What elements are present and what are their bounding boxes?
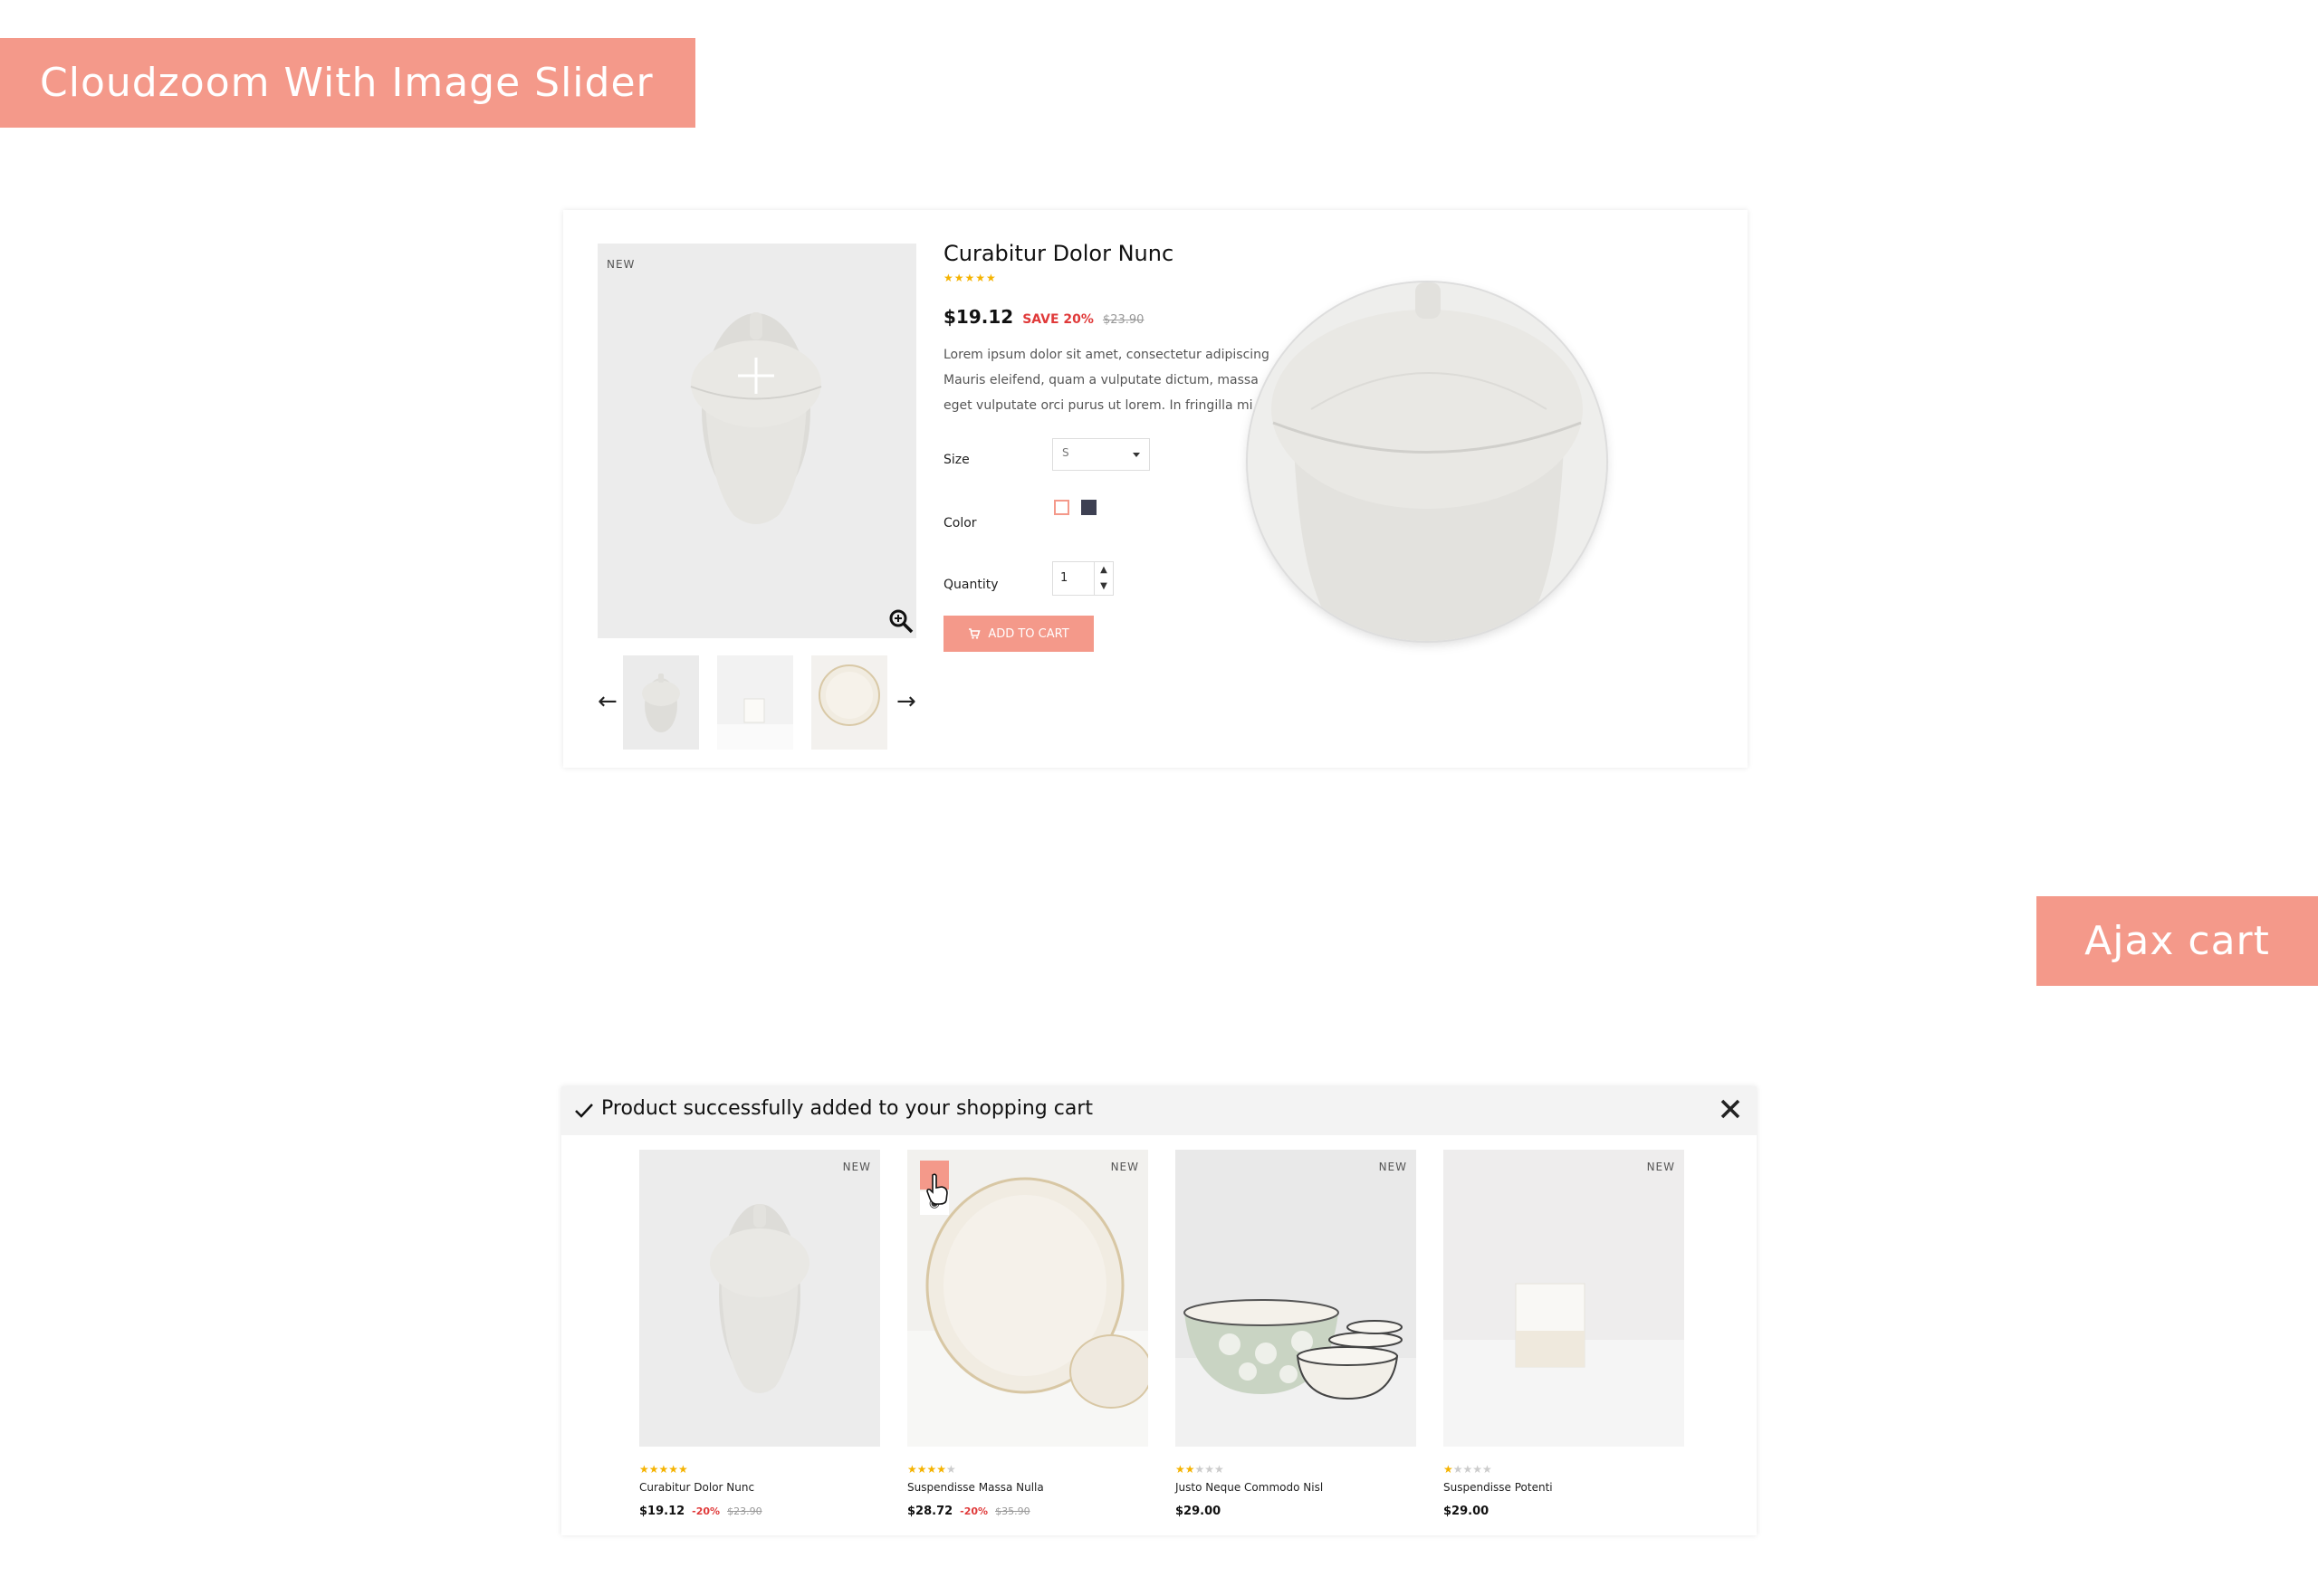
product-price: $29.00 [1443,1505,1489,1518]
product-price-row: $29.00 [1443,1505,1489,1518]
product-title: Curabitur Dolor Nunc [943,241,1174,266]
close-icon[interactable] [1717,1095,1744,1123]
quantity-stepper[interactable]: 1 ▲ ▼ [1052,561,1114,596]
pointer-hand-icon [926,1173,948,1205]
cloudzoom-lens [1248,282,1606,641]
bowls-image [1175,1299,1416,1447]
product-discount: -20% [960,1505,989,1517]
product-detail-card: NEW ← → Curabitur Dolor Nunc ★★★★★ $19.1… [563,210,1748,768]
caret-down-icon [1133,453,1140,457]
product-price: $28.72 [907,1505,953,1518]
acorn-jar-image [690,312,822,524]
description-line: Lorem ipsum dolor sit amet, consectetur … [943,348,1269,362]
quantity-value: 1 [1060,571,1068,585]
cart-icon [969,628,981,639]
thumbnail-3[interactable] [811,655,887,750]
product-old-price: $35.90 [995,1505,1030,1517]
quantity-label: Quantity [943,578,999,592]
thumbnail-1[interactable] [623,655,699,750]
product-price: $19.12 [639,1505,685,1518]
color-label: Color [943,516,977,530]
cloudzoom-banner: Cloudzoom With Image Slider [0,38,695,128]
related-product-card[interactable]: NEW ◉ ★★★★★ Suspendisse Massa Nulla $28.… [907,1150,1148,1518]
save-label: SAVE 20% [1022,312,1094,327]
product-price: $19.12 [943,306,1014,328]
product-rating: ★★★★★ [639,1463,688,1476]
ajax-cart-banner: Ajax cart [2036,896,2318,986]
add-to-cart-button[interactable]: ADD TO CART [943,616,1094,652]
arrow-left-icon[interactable]: ← [598,690,618,713]
size-select[interactable]: S [1052,438,1150,471]
product-image[interactable]: NEW ◉ [907,1150,1148,1447]
product-image[interactable]: NEW [1443,1150,1684,1447]
product-rating: ★★★★★ [907,1463,956,1476]
cup-thumbnail [717,698,793,750]
size-label: Size [943,453,970,467]
description-line: eget vulputate orci purus ut lorem. In f… [943,398,1253,413]
size-value: S [1062,446,1069,459]
arrow-right-icon[interactable]: → [896,690,916,713]
old-price: $23.90 [1102,313,1145,327]
cart-success-message: Product successfully added to your shopp… [601,1097,1094,1120]
check-icon [575,1104,593,1118]
product-rating: ★★★★★ [943,272,997,284]
price-row: $19.12 SAVE 20% $23.90 [943,306,1144,328]
thumbnail-slider: ← → [598,655,916,750]
product-name[interactable]: Curabitur Dolor Nunc [639,1481,754,1494]
product-price-row: $19.12 -20% $23.90 [639,1505,762,1518]
product-rating: ★★★★★ [1175,1463,1224,1476]
product-image[interactable]: NEW [1175,1150,1416,1447]
product-name[interactable]: Suspendisse Potenti [1443,1481,1553,1494]
product-price-row: $28.72 -20% $35.90 [907,1505,1030,1518]
product-image[interactable]: NEW [639,1150,880,1447]
ajax-cart-modal: Product successfully added to your shopp… [561,1086,1757,1535]
color-swatch-white[interactable] [1054,500,1069,515]
description-line: Mauris eleifend, quam a vulputate dictum… [943,373,1259,387]
acorn-jar-zoomed [1248,282,1606,641]
product-price-row: $29.00 [1175,1505,1221,1518]
related-product-card[interactable]: NEW ★★★★★ Curabitur Dolor Nunc $19.12 -2… [639,1150,880,1518]
zoom-in-icon[interactable] [887,607,915,635]
plate-thumbnail [819,664,880,726]
product-discount: -20% [692,1505,721,1517]
product-description: Lorem ipsum dolor sit amet, consectetur … [943,342,1288,418]
acorn-jar-thumbnail [642,674,680,732]
quantity-spin[interactable]: ▲ ▼ [1094,562,1113,595]
product-price: $29.00 [1175,1505,1221,1518]
acorn-jar-image [710,1204,809,1393]
product-main-image[interactable]: NEW [598,244,916,638]
cart-header: Product successfully added to your shopp… [561,1086,1757,1135]
product-name[interactable]: Suspendisse Massa Nulla [907,1481,1044,1494]
product-old-price: $23.90 [727,1505,762,1517]
product-rating: ★★★★★ [1443,1463,1492,1476]
cup-image [1443,1283,1684,1447]
product-name[interactable]: Justo Neque Commodo Nisl [1175,1481,1323,1494]
related-product-card[interactable]: NEW ★★★★★ Justo Neque Commodo Nisl $29.0… [1175,1150,1416,1518]
related-product-card[interactable]: NEW ★★★★★ Suspendisse Potenti $29.00 [1443,1150,1684,1518]
add-to-cart-label: ADD TO CART [988,626,1069,641]
thumbnail-2[interactable] [717,655,793,750]
color-swatch-dark[interactable] [1081,500,1097,515]
